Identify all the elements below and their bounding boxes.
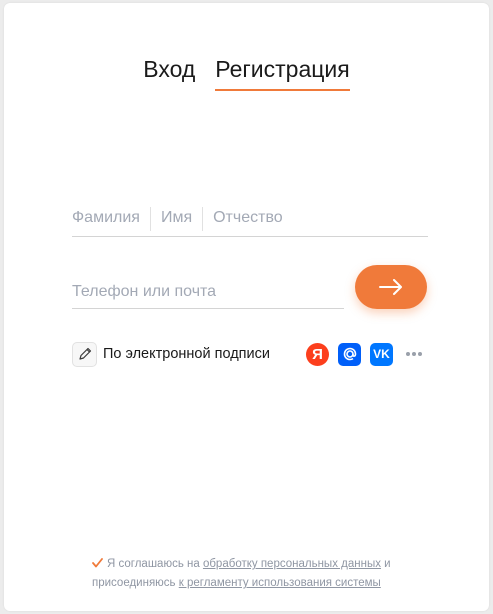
full-name-field: Фамилия Имя Отчество (72, 207, 428, 237)
social-login-bar: Я VK (306, 342, 433, 366)
vk-icon[interactable]: VK (370, 342, 393, 366)
arrow-right-icon (379, 279, 402, 295)
name-input[interactable]: Имя (161, 207, 204, 231)
esign-label: По электронной подписи (103, 346, 270, 362)
patronymic-input[interactable]: Отчество (213, 207, 293, 231)
more-icon[interactable] (404, 343, 424, 366)
tab-registration[interactable]: Регистрация (215, 55, 350, 91)
consent-text: Я соглашаюсь на (107, 558, 203, 570)
esign-button[interactable]: По электронной подписи (72, 341, 270, 367)
mailru-icon[interactable] (338, 342, 361, 366)
tab-login[interactable]: Вход (143, 55, 195, 91)
phone-or-email-input[interactable]: Телефон или почта (72, 281, 344, 309)
personal-data-link[interactable]: обработку персональных данных (203, 558, 381, 570)
yandex-icon[interactable]: Я (306, 342, 329, 366)
pen-icon (72, 341, 97, 367)
regulations-link[interactable]: к регламенту использования системы (179, 577, 381, 589)
checkmark-icon[interactable] (92, 556, 104, 574)
consent-block: Я соглашаюсь на обработку персональных д… (92, 555, 432, 592)
registration-card: Вход Регистрация Фамилия Имя Отчество Те… (4, 3, 489, 611)
auth-tabs: Вход Регистрация (4, 55, 489, 91)
next-button[interactable] (355, 265, 427, 309)
surname-input[interactable]: Фамилия (72, 207, 151, 231)
